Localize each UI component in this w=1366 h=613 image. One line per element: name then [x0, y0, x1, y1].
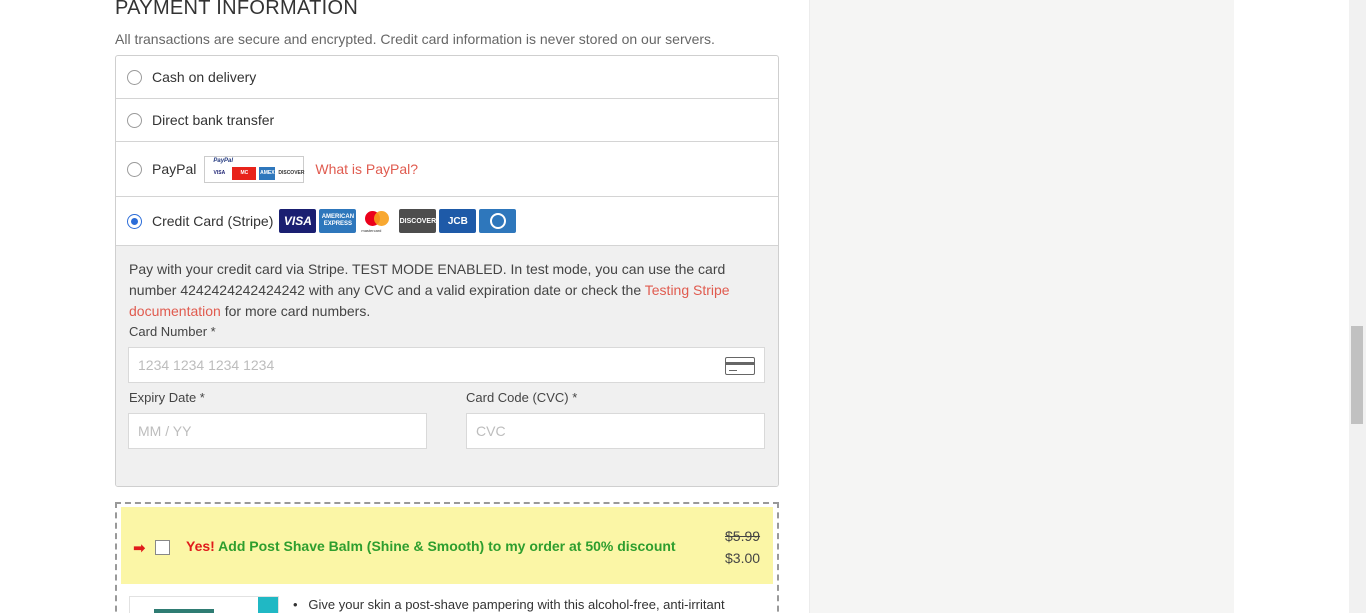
method-label: Cash on delivery — [152, 69, 257, 85]
stripe-payment-box: Pay with your credit card via Stripe. TE… — [116, 246, 778, 486]
what-is-paypal-link[interactable]: What is PayPal? — [315, 161, 418, 177]
method-label: PayPal — [152, 161, 197, 177]
payment-heading: PAYMENT INFORMATION — [115, 0, 359, 19]
paypal-logo-text: PayPal — [213, 157, 234, 164]
expiry-date-label: Expiry Date * — [129, 390, 205, 405]
offer-description: Add Post Shave Balm (Shine & Smooth) to … — [214, 538, 676, 554]
discover-mini-logo: DISCOVER — [278, 166, 304, 180]
jcb-logo: JCB — [439, 209, 477, 233]
method-paypal[interactable]: PayPal PayPal VISA MC AMEX DISCOVER What… — [116, 142, 778, 197]
method-label: Direct bank transfer — [152, 112, 275, 128]
stripe-description: Pay with your credit card via Stripe. TE… — [129, 259, 765, 322]
stripe-desc-text: Pay with your credit card via Stripe. TE… — [129, 261, 726, 298]
payment-subtitle: All transactions are secure and encrypte… — [115, 31, 715, 47]
payment-methods: Cash on delivery Direct bank transfer Pa… — [115, 55, 779, 487]
offer-label[interactable]: Yes! Add Post Shave Balm (Shine & Smooth… — [186, 538, 676, 554]
product-image — [129, 596, 279, 613]
cvc-input[interactable]: CVC — [466, 413, 765, 449]
diners-club-text: Diners Club — [497, 221, 498, 222]
credit-card-icon — [725, 357, 755, 375]
offer-bullet-text: Give your skin a post-shave pampering wi… — [308, 597, 725, 612]
offer-new-price: $3.00 — [725, 550, 761, 566]
offer-checkbox[interactable] — [155, 540, 170, 555]
card-number-placeholder: 1234 1234 1234 1234 — [138, 357, 275, 373]
card-number-input[interactable]: 1234 1234 1234 1234 — [128, 347, 765, 383]
method-cash-on-delivery[interactable]: Cash on delivery — [116, 56, 778, 99]
discover-logo: DISCOVER — [399, 209, 437, 233]
amex-logo: AMERICAN EXPRESS — [319, 209, 357, 233]
product-image-accent — [258, 597, 278, 613]
mastercard-logo: mastercard — [359, 209, 397, 233]
cvc-placeholder: CVC — [476, 423, 506, 439]
expiry-date-input[interactable]: MM / YY — [128, 413, 427, 449]
order-bump-offer: ➡ Yes! Add Post Shave Balm (Shine & Smoo… — [115, 502, 779, 613]
offer-yes: Yes! — [186, 538, 215, 554]
radio-paypal[interactable] — [127, 161, 142, 177]
method-credit-card-stripe[interactable]: Credit Card (Stripe) VISA AMERICAN EXPRE… — [116, 197, 778, 246]
amex-mini-logo: AMEX — [259, 166, 276, 180]
visa-mini-logo: VISA — [209, 166, 230, 180]
page-scrollbar[interactable] — [1349, 0, 1366, 613]
radio-bank-transfer[interactable] — [127, 112, 142, 128]
radio-cash-on-delivery[interactable] — [127, 69, 142, 85]
offer-old-price: $5.99 — [725, 528, 761, 544]
card-number-label: Card Number * — [129, 324, 216, 339]
offer-bullet: • Give your skin a post-shave pampering … — [293, 597, 725, 612]
mastercard-wordmark: mastercard — [361, 228, 382, 233]
arrow-right-icon: ➡ — [133, 540, 146, 557]
expiry-placeholder: MM / YY — [138, 423, 192, 439]
card-brand-logos: VISA AMERICAN EXPRESS mastercard DISCOVE… — [279, 209, 519, 233]
mastercard-mini-logo: MC — [232, 166, 257, 180]
cvc-label: Card Code (CVC) * — [466, 390, 578, 405]
order-summary-panel — [809, 0, 1234, 613]
product-image-graphic — [154, 609, 214, 613]
stripe-desc-text-end: for more card numbers. — [220, 303, 371, 319]
mastercard-orange-circle — [374, 211, 390, 226]
method-label: Credit Card (Stripe) — [152, 213, 274, 229]
offer-highlight: ➡ Yes! Add Post Shave Balm (Shine & Smoo… — [121, 507, 773, 584]
radio-credit-card-stripe[interactable] — [127, 213, 142, 229]
diners-club-logo: Diners Club — [479, 209, 517, 233]
method-bank-transfer[interactable]: Direct bank transfer — [116, 99, 778, 142]
paypal-acceptance-logo: PayPal VISA MC AMEX DISCOVER — [204, 155, 304, 183]
scrollbar-thumb[interactable] — [1351, 326, 1363, 424]
visa-logo: VISA — [279, 209, 317, 233]
